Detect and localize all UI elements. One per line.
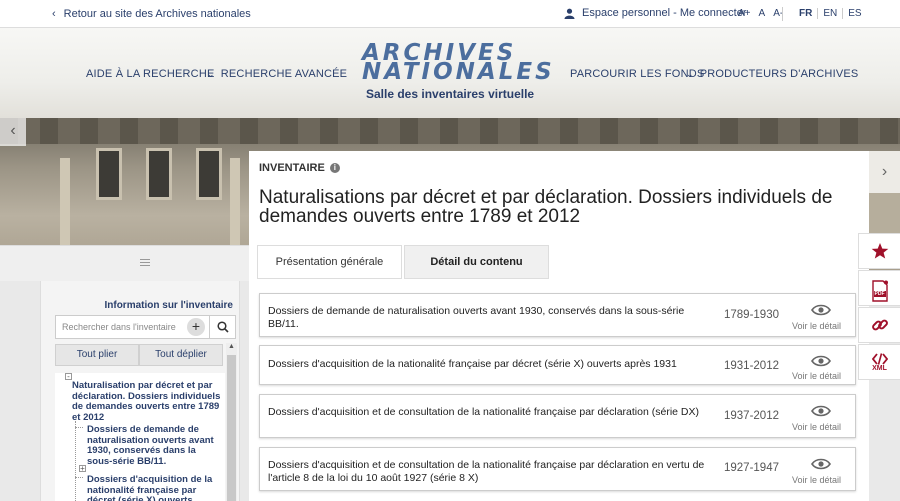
eye-icon[interactable] — [811, 405, 831, 417]
back-link-label: Retour au site des Archives nationales — [63, 8, 251, 20]
inventory-tree: - Naturalisation par décret et par décla… — [55, 373, 225, 501]
left-panel-toggle-bar — [0, 245, 249, 281]
back-to-site-link[interactable]: ‹ Retour au site des Archives nationales — [52, 8, 251, 20]
tree-node-root[interactable]: Naturalisation par décret et par déclara… — [72, 380, 222, 423]
tree-scrollbar[interactable]: ▲ — [226, 343, 237, 501]
nav-advanced-search-label: RECHERCHE AVANCÉE — [220, 68, 348, 80]
hero-window — [146, 148, 172, 200]
site-header: AIDE À LA RECHERCHE ⌄ RECHERCHE AVANCÉE A… — [0, 28, 900, 118]
search-button[interactable] — [209, 316, 235, 338]
nav-help-search[interactable]: AIDE À LA RECHERCHE — [86, 68, 215, 80]
code-icon — [871, 352, 888, 365]
nav-browse-fonds[interactable]: PARCOURIR LES FONDS — [570, 68, 704, 80]
font-size-controls: A+ A A- — [738, 8, 783, 19]
list-item[interactable]: Dossiers d'acquisition et de consultatio… — [259, 447, 856, 491]
inventory-badge: INVENTAIRE i — [259, 162, 340, 174]
carousel-next-button[interactable]: › — [869, 151, 900, 193]
account-link[interactable]: Espace personnel - Me connecter — [564, 7, 746, 19]
nav-producers[interactable]: ⌄ PRODUCTEURS D'ARCHIVES — [686, 68, 858, 80]
link-icon — [871, 319, 888, 331]
language-switcher: FR EN ES — [794, 8, 867, 19]
permalink-button[interactable] — [858, 307, 900, 343]
carousel-prev-button[interactable]: ‹ — [0, 118, 26, 146]
pdf-button[interactable]: PDF — [858, 270, 900, 306]
xml-label: XML — [872, 364, 887, 372]
list-item[interactable]: Dossiers d'acquisition de la nationalité… — [259, 345, 856, 385]
inventory-main: INVENTAIRE i Naturalisations par décret e… — [249, 151, 869, 501]
tree-line — [75, 477, 83, 478]
nav-producers-label: PRODUCTEURS D'ARCHIVES — [699, 68, 859, 80]
expand-node-icon[interactable]: + — [79, 465, 86, 473]
tab-content-detail[interactable]: Détail du contenu — [404, 245, 549, 279]
chevron-left-icon: ‹ — [52, 8, 56, 20]
row-dates: 1789-1930 — [724, 309, 779, 321]
font-size-increase[interactable]: A+ — [738, 8, 751, 19]
logo-line-2: NATIONALES — [362, 59, 555, 85]
hero-window — [96, 148, 122, 200]
inventory-info-link[interactable]: Information sur l'inventaire — [104, 300, 233, 311]
list-item[interactable]: Dossiers de demande de naturalisation ou… — [259, 293, 856, 337]
site-logo[interactable]: ARCHIVES NATIONALES Salle des inventaire… — [362, 42, 555, 108]
scrollbar-thumb[interactable] — [227, 355, 236, 501]
page-title: Naturalisations par décret et par déclar… — [259, 187, 833, 227]
eye-icon[interactable] — [811, 458, 831, 470]
favorite-button[interactable] — [858, 233, 900, 269]
tree-line — [75, 421, 76, 501]
hero-roof — [0, 118, 900, 144]
inventory-search: Rechercher dans l'inventaire + — [55, 315, 236, 339]
scroll-up-icon[interactable]: ▲ — [226, 343, 237, 350]
info-icon[interactable]: i — [329, 163, 340, 173]
row-description: Dossiers d'acquisition et de consultatio… — [268, 406, 699, 418]
star-icon — [871, 243, 888, 259]
view-detail-link[interactable]: Voir le détail — [792, 371, 841, 381]
inventory-badge-label: INVENTAIRE — [259, 162, 325, 174]
view-detail-link[interactable]: Voir le détail — [792, 422, 841, 432]
account-label: Espace personnel - Me connecter — [582, 7, 747, 19]
lang-es[interactable]: ES — [842, 8, 866, 19]
top-bar: ‹ Retour au site des Archives nationales … — [0, 0, 900, 28]
collapse-all-button[interactable]: Tout plier — [55, 344, 139, 366]
tree-node-bb11[interactable]: Dossiers de demande de naturalisation ou… — [87, 424, 222, 467]
collapse-node-icon[interactable]: - — [65, 373, 72, 381]
font-size-normal[interactable]: A — [759, 8, 766, 19]
xml-button[interactable]: XML — [858, 344, 900, 380]
lang-en[interactable]: EN — [817, 8, 842, 19]
row-description: Dossiers d'acquisition et de consultatio… — [268, 459, 705, 484]
view-detail-link[interactable]: Voir le détail — [792, 321, 841, 331]
chevron-down-icon: ⌄ — [686, 69, 694, 79]
row-dates: 1927-1947 — [724, 462, 779, 474]
menu-icon[interactable] — [140, 257, 150, 268]
search-icon — [216, 321, 229, 333]
tree-node-serie-x[interactable]: Dossiers d'acquisition de la nationalité… — [87, 474, 222, 501]
lang-fr[interactable]: FR — [794, 8, 817, 19]
tab-general-presentation[interactable]: Présentation générale — [257, 245, 402, 279]
eye-icon[interactable] — [811, 304, 831, 316]
row-dates: 1931-2012 — [724, 360, 779, 372]
row-description: Dossiers de demande de naturalisation ou… — [268, 305, 685, 330]
logo-subtitle: Salle des inventaires virtuelle — [366, 87, 535, 101]
plus-icon[interactable]: + — [187, 318, 205, 336]
divider — [782, 7, 783, 21]
row-dates: 1937-2012 — [724, 410, 779, 422]
hero-window — [196, 148, 222, 200]
tree-line — [75, 427, 83, 428]
chevron-down-icon: ⌄ — [207, 69, 215, 79]
inventory-sidebar: Information sur l'inventaire Rechercher … — [40, 281, 240, 501]
pdf-label: PDF — [874, 290, 885, 297]
view-detail-link[interactable]: Voir le détail — [792, 475, 841, 485]
row-description: Dossiers d'acquisition de la nationalité… — [268, 358, 677, 370]
user-icon — [564, 8, 575, 19]
eye-icon[interactable] — [811, 355, 831, 367]
inventory-search-input[interactable]: Rechercher dans l'inventaire — [56, 322, 187, 332]
nav-advanced-search[interactable]: ⌄ RECHERCHE AVANCÉE — [207, 68, 347, 80]
list-item[interactable]: Dossiers d'acquisition et de consultatio… — [259, 394, 856, 438]
expand-all-button[interactable]: Tout déplier — [139, 344, 223, 366]
